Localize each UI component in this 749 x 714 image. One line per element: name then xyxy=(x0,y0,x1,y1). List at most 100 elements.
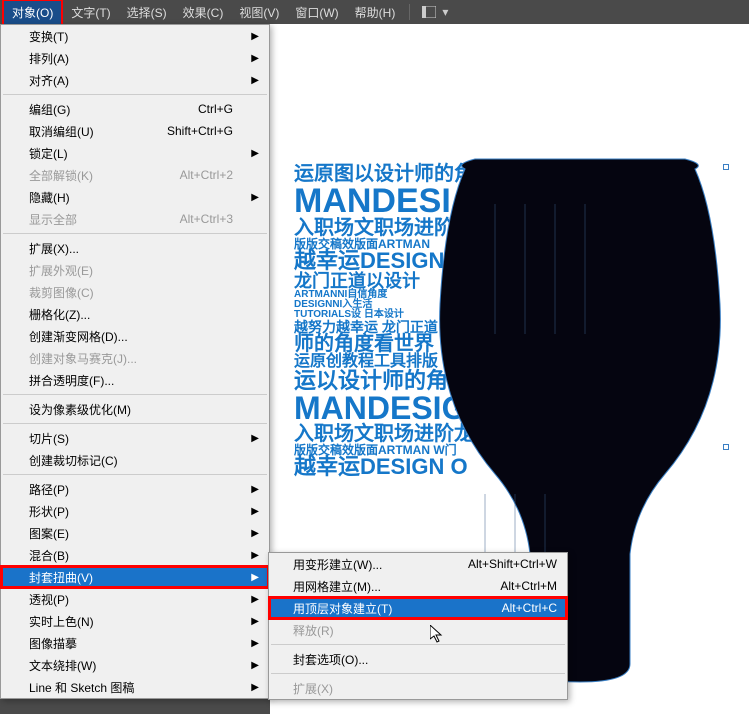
submenu-item[interactable]: 用网格建立(M)... Alt+Ctrl+M xyxy=(269,575,567,597)
menu-item[interactable]: 创建裁切标记(C) xyxy=(1,449,269,471)
menu-item-label: 创建对象马赛克(J)... xyxy=(29,350,137,367)
submenu-item-label: 扩展(X) xyxy=(293,680,333,697)
submenu-item-label: 用变形建立(W)... xyxy=(293,556,382,573)
menu-item-label: 混合(B) xyxy=(29,547,69,564)
menu-separator xyxy=(3,423,267,424)
menu-item[interactable]: 封套扭曲(V) ▶ xyxy=(1,566,269,588)
menubar-separator xyxy=(409,4,410,20)
menu-help[interactable]: 帮助(H) xyxy=(347,1,404,24)
menu-item[interactable]: 图像描摹▶ xyxy=(1,632,269,654)
menu-item[interactable]: Line 和 Sketch 图稿▶ xyxy=(1,676,269,698)
menu-shortcut: Alt+Shift+Ctrl+W xyxy=(468,557,557,571)
menu-item[interactable]: 实时上色(N)▶ xyxy=(1,610,269,632)
submenu-item[interactable]: 用顶层对象建立(T) Alt+Ctrl+C xyxy=(269,597,567,619)
submenu-item: 释放(R) xyxy=(269,619,567,641)
menu-item[interactable]: 扩展(X)... xyxy=(1,237,269,259)
menu-shortcut: Alt+Ctrl+C xyxy=(502,601,557,615)
submenu-arrow-icon: ▶ xyxy=(251,53,259,64)
submenu-item-label: 用顶层对象建立(T) xyxy=(293,600,392,617)
submenu-arrow-icon: ▶ xyxy=(251,660,259,671)
menu-object[interactable]: 对象(O) xyxy=(2,0,63,26)
menu-item-label: 栅格化(Z)... xyxy=(29,306,90,323)
menu-item-label: 裁剪图像(C) xyxy=(29,284,94,301)
menu-item-label: 透视(P) xyxy=(29,591,69,608)
menu-item[interactable]: 设为像素级优化(M) xyxy=(1,398,269,420)
menu-item: 全部解锁(K) Alt+Ctrl+2 xyxy=(1,164,269,186)
menu-separator xyxy=(3,233,267,234)
submenu-arrow-icon: ▶ xyxy=(251,148,259,159)
menu-shortcut: Alt+Ctrl+M xyxy=(500,579,557,593)
menu-item: 裁剪图像(C) xyxy=(1,281,269,303)
submenu-arrow-icon: ▶ xyxy=(251,506,259,517)
submenu-arrow-icon: ▶ xyxy=(251,528,259,539)
menu-item-label: 封套扭曲(V) xyxy=(29,569,93,586)
menu-item-label: 拼合透明度(F)... xyxy=(29,372,114,389)
selection-handle[interactable] xyxy=(723,164,729,170)
menu-item[interactable]: 变换(T) ▶ xyxy=(1,25,269,47)
menu-item[interactable]: 混合(B) ▶ xyxy=(1,544,269,566)
menu-item-label: 形状(P) xyxy=(29,503,69,520)
menu-item-label: 变换(T) xyxy=(29,28,68,45)
submenu-arrow-icon: ▶ xyxy=(251,75,259,86)
submenu-arrow-icon: ▶ xyxy=(251,550,259,561)
menu-shortcut: Shift+Ctrl+G xyxy=(167,124,241,138)
menu-item-label: 文本绕排(W) xyxy=(29,657,96,674)
object-menu-dropdown: 变换(T) ▶ 排列(A) ▶ 对齐(A) ▶ 编组(G) Ctrl+G 取消编组(U)Shif… xyxy=(0,24,270,699)
menu-item-label: 隐藏(H) xyxy=(29,189,70,206)
submenu-arrow-icon: ▶ xyxy=(251,594,259,605)
menu-item[interactable]: 透视(P) ▶ xyxy=(1,588,269,610)
menu-item[interactable]: 形状(P) ▶ xyxy=(1,500,269,522)
menu-item[interactable]: 栅格化(Z)... xyxy=(1,303,269,325)
menu-window[interactable]: 窗口(W) xyxy=(287,1,346,24)
menu-shortcut: Ctrl+G xyxy=(198,102,241,116)
submenu-arrow-icon: ▶ xyxy=(251,484,259,495)
menu-shortcut: Alt+Ctrl+3 xyxy=(180,212,241,226)
submenu-arrow-icon: ▶ xyxy=(251,31,259,42)
menu-item-label: 创建渐变网格(D)... xyxy=(29,328,128,345)
menu-effect[interactable]: 效果(C) xyxy=(175,1,232,24)
submenu-item-label: 用网格建立(M)... xyxy=(293,578,381,595)
submenu-item[interactable]: 封套选项(O)... xyxy=(269,648,567,670)
menu-item[interactable]: 图案(E) ▶ xyxy=(1,522,269,544)
menu-select[interactable]: 选择(S) xyxy=(119,1,175,24)
menu-shortcut: Alt+Ctrl+2 xyxy=(180,168,241,182)
menu-item-label: 创建裁切标记(C) xyxy=(29,452,118,469)
menu-separator xyxy=(3,394,267,395)
menu-item-label: 对齐(A) xyxy=(29,72,69,89)
menu-item-label: 排列(A) xyxy=(29,50,69,67)
submenu-item[interactable]: 用变形建立(W)... Alt+Shift+Ctrl+W xyxy=(269,553,567,575)
menu-item-label: 设为像素级优化(M) xyxy=(29,401,131,418)
layout-icon[interactable] xyxy=(422,6,436,18)
menu-item[interactable]: 创建渐变网格(D)... xyxy=(1,325,269,347)
menu-item[interactable]: 路径(P) ▶ xyxy=(1,478,269,500)
menu-item-label: 编组(G) xyxy=(29,101,70,118)
menu-item: 创建对象马赛克(J)... xyxy=(1,347,269,369)
menu-text[interactable]: 文字(T) xyxy=(63,1,118,24)
mouse-cursor-icon xyxy=(430,625,444,646)
menu-item[interactable]: 对齐(A) ▶ xyxy=(1,69,269,91)
menu-item-label: 路径(P) xyxy=(29,481,69,498)
menu-item[interactable]: 排列(A) ▶ xyxy=(1,47,269,69)
submenu-item-label: 释放(R) xyxy=(293,622,334,639)
submenu-arrow-icon: ▶ xyxy=(251,572,259,583)
menu-item-label: 图案(E) xyxy=(29,525,69,542)
menubar: 对象(O) 文字(T) 选择(S) 效果(C) 视图(V) 窗口(W) 帮助(H… xyxy=(0,0,749,24)
submenu-arrow-icon: ▶ xyxy=(251,192,259,203)
menu-item[interactable]: 编组(G) Ctrl+G xyxy=(1,98,269,120)
menu-separator xyxy=(3,94,267,95)
menu-item[interactable]: 锁定(L)▶ xyxy=(1,142,269,164)
menu-item[interactable]: 取消编组(U)Shift+Ctrl+G xyxy=(1,120,269,142)
menu-item-label: 全部解锁(K) xyxy=(29,167,93,184)
menu-item[interactable]: 文本绕排(W) ▶ xyxy=(1,654,269,676)
menu-item-label: 图像描摹 xyxy=(29,635,77,652)
menu-view[interactable]: 视图(V) xyxy=(231,1,287,24)
menu-item[interactable]: 拼合透明度(F)... xyxy=(1,369,269,391)
envelope-distort-submenu: 用变形建立(W)... Alt+Shift+Ctrl+W 用网格建立(M)... Al… xyxy=(268,552,568,700)
menu-item[interactable]: 切片(S)▶ xyxy=(1,427,269,449)
chevron-down-icon[interactable]: ▾ xyxy=(442,5,448,19)
selection-handle[interactable] xyxy=(723,444,729,450)
menu-item[interactable]: 隐藏(H) ▶ xyxy=(1,186,269,208)
menu-separator xyxy=(271,673,565,674)
menu-item-label: 实时上色(N) xyxy=(29,613,94,630)
menu-item-label: 扩展(X)... xyxy=(29,240,79,257)
